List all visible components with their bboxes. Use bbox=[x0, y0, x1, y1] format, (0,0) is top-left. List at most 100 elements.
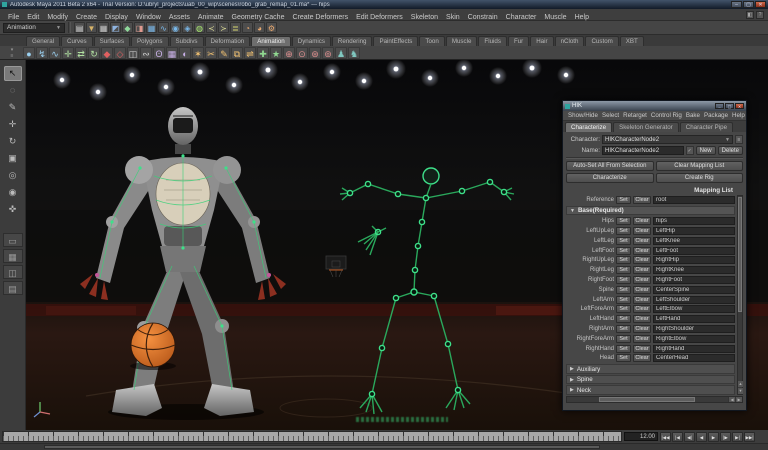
layout-button[interactable]: ▭ bbox=[3, 233, 23, 247]
clear-button[interactable]: Clear bbox=[633, 217, 651, 225]
set-button[interactable]: Set bbox=[616, 247, 631, 255]
joint-value-field[interactable]: CenterSpine bbox=[653, 286, 735, 294]
set-button[interactable]: Set bbox=[616, 286, 631, 294]
joint-value-field[interactable]: LeftKnee bbox=[653, 237, 735, 245]
shelf-icon[interactable]: ✛ bbox=[62, 47, 74, 59]
tool-button[interactable]: ◌ bbox=[4, 83, 22, 98]
status-icon[interactable]: ◉ bbox=[170, 22, 181, 33]
clear-button[interactable]: Clear bbox=[633, 237, 651, 245]
clear-button[interactable]: Clear bbox=[633, 256, 651, 264]
shelf-icon[interactable]: ✂ bbox=[205, 47, 217, 59]
name-input[interactable]: HIKCharacterNode2 bbox=[602, 146, 684, 155]
set-button[interactable]: Set bbox=[616, 256, 631, 264]
joint-value-field[interactable]: RightFoot bbox=[653, 276, 735, 284]
current-frame-field[interactable]: 12.00 bbox=[624, 432, 658, 441]
status-icon[interactable]: ⚙ bbox=[266, 22, 277, 33]
shelf-icon[interactable]: ◫ bbox=[127, 47, 139, 59]
shelf-tab[interactable]: Deformation bbox=[205, 36, 251, 46]
shelf-icon[interactable]: ʘ bbox=[153, 47, 165, 59]
base-section-header[interactable]: ▼ Base(Required) bbox=[566, 206, 735, 216]
playback-button[interactable]: ▶▶| bbox=[744, 432, 755, 442]
tool-button[interactable]: ↖ bbox=[4, 66, 22, 81]
joint-value-field[interactable]: RightHip bbox=[653, 256, 735, 264]
hik-close-button[interactable]: ✕ bbox=[735, 103, 744, 109]
status-icon[interactable]: ≺ bbox=[206, 22, 217, 33]
delete-button[interactable]: Delete bbox=[718, 146, 743, 155]
shelf-icon[interactable]: ∿ bbox=[49, 47, 61, 59]
status-icon[interactable]: ≣ bbox=[230, 22, 241, 33]
set-button[interactable]: Set bbox=[616, 325, 631, 333]
shelf-icon[interactable]: ⊙ bbox=[296, 47, 308, 59]
shelf-icon[interactable]: ⇄ bbox=[75, 47, 87, 59]
menu-item[interactable]: Edit Deformers bbox=[352, 14, 407, 21]
set-button[interactable]: Set bbox=[616, 305, 631, 313]
menu-item[interactable]: Animate bbox=[194, 14, 228, 21]
shelf-icon[interactable]: ⊕ bbox=[283, 47, 295, 59]
shelf-icon[interactable]: ✚ bbox=[257, 47, 269, 59]
shelf-tab[interactable]: nCloth bbox=[555, 36, 585, 46]
collapsed-section-header[interactable]: ▶ Auxiliary bbox=[566, 364, 735, 374]
shelf-tab[interactable]: Muscle bbox=[446, 36, 478, 46]
shelf-tab[interactable]: Fluids bbox=[478, 36, 507, 46]
horizontal-scrollbar[interactable]: ◀ ▶ bbox=[566, 396, 743, 403]
status-icon[interactable]: ◕ bbox=[254, 22, 265, 33]
shelf-icon[interactable]: ✶ bbox=[192, 47, 204, 59]
joint-value-field[interactable]: RightKnee bbox=[653, 266, 735, 274]
character-dropdown[interactable]: HIKCharacterNode2 ▼ bbox=[602, 135, 733, 144]
hik-menu-item[interactable]: Help bbox=[730, 112, 747, 119]
shelf-tab[interactable]: Rendering bbox=[332, 36, 373, 46]
shelf-icon[interactable]: ⊚ bbox=[322, 47, 334, 59]
layout-button[interactable]: ◫ bbox=[3, 265, 23, 279]
menu-item[interactable]: Skeleton bbox=[407, 14, 442, 21]
collapsed-section-header[interactable]: ▶ Spine bbox=[566, 375, 735, 385]
close-button[interactable]: ✕ bbox=[755, 1, 766, 8]
menu-item[interactable]: Help bbox=[571, 14, 593, 21]
joint-value-field[interactable]: LeftShoulder bbox=[653, 296, 735, 304]
playback-button[interactable]: ◀ bbox=[696, 432, 707, 442]
menu-item[interactable]: Constrain bbox=[464, 14, 502, 21]
status-icon[interactable]: ▤ bbox=[74, 22, 85, 33]
clear-mapping-button[interactable]: Clear Mapping List bbox=[656, 161, 744, 171]
clear-button[interactable]: Clear bbox=[633, 286, 651, 294]
playback-button[interactable]: |▶ bbox=[720, 432, 731, 442]
menu-item[interactable]: File bbox=[4, 14, 23, 21]
playback-button[interactable]: ▶| bbox=[732, 432, 743, 442]
joint-value-field[interactable]: LeftFoot bbox=[653, 247, 735, 255]
scroll-right-icon[interactable]: ▶ bbox=[735, 397, 742, 402]
set-button[interactable]: Set bbox=[616, 296, 631, 304]
status-icon[interactable]: ▦ bbox=[98, 22, 109, 33]
hik-menu-item[interactable]: Retarget bbox=[621, 112, 649, 119]
tool-button[interactable]: ✛ bbox=[4, 117, 22, 132]
status-icon[interactable]: ∿ bbox=[158, 22, 169, 33]
hik-menu-item[interactable]: Show/Hide bbox=[566, 112, 600, 119]
maximize-button[interactable]: ▢ bbox=[743, 1, 754, 8]
set-button[interactable]: Set bbox=[616, 266, 631, 274]
menu-item[interactable]: Assets bbox=[165, 14, 194, 21]
new-button[interactable]: New bbox=[696, 146, 716, 155]
joint-value-field[interactable]: LeftHip bbox=[653, 227, 735, 235]
status-icon[interactable]: ◆ bbox=[122, 22, 133, 33]
hik-minimize-button[interactable]: – bbox=[715, 103, 724, 109]
menu-item[interactable]: Edit bbox=[23, 14, 43, 21]
vertical-scrollbar[interactable]: ▲ ▼ bbox=[737, 195, 743, 395]
shelf-tab[interactable]: Custom bbox=[585, 36, 618, 46]
clear-button[interactable]: Clear bbox=[633, 196, 651, 204]
status-icon[interactable]: ◨ bbox=[134, 22, 145, 33]
shelf-tab[interactable]: Polygons bbox=[131, 36, 168, 46]
hik-tab[interactable]: Character Pipe bbox=[680, 122, 733, 132]
layout-button[interactable]: ▦ bbox=[3, 249, 23, 263]
shelf-icon[interactable]: ♞ bbox=[348, 47, 360, 59]
collapsed-section-header[interactable]: ▶ Neck bbox=[566, 385, 735, 395]
sidebar-toggle-icon[interactable]: ◧ bbox=[746, 11, 754, 19]
hik-menu-item[interactable]: Package bbox=[702, 112, 730, 119]
tool-button[interactable]: ↻ bbox=[4, 134, 22, 149]
scroll-down-icon[interactable]: ▼ bbox=[738, 388, 743, 394]
set-button[interactable]: Set bbox=[616, 315, 631, 323]
shelf-icon[interactable]: ♟ bbox=[335, 47, 347, 59]
hik-tab[interactable]: Skeleton Generator bbox=[613, 122, 679, 132]
playback-button[interactable]: |◀◀ bbox=[660, 432, 671, 442]
clear-button[interactable]: Clear bbox=[633, 325, 651, 333]
clear-button[interactable]: Clear bbox=[633, 296, 651, 304]
playback-button[interactable]: ◀| bbox=[684, 432, 695, 442]
status-icon[interactable]: ◩ bbox=[110, 22, 121, 33]
